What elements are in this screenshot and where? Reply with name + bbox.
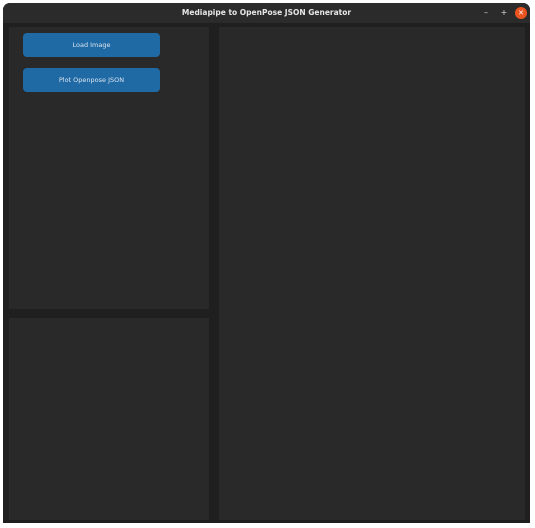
controls-panel: Load Image Plot Openpose JSON — [9, 27, 209, 309]
title-bar[interactable]: Mediapipe to OpenPose JSON Generator – +… — [3, 3, 530, 23]
app-window: Mediapipe to OpenPose JSON Generator – +… — [3, 3, 530, 523]
load-image-button[interactable]: Load Image — [23, 33, 160, 57]
window-title: Mediapipe to OpenPose JSON Generator — [181, 8, 352, 17]
close-button[interactable]: ✕ — [515, 7, 527, 19]
minimize-button[interactable]: – — [480, 7, 492, 19]
output-panel — [9, 318, 209, 520]
plot-openpose-json-button[interactable]: Plot Openpose JSON — [23, 68, 160, 92]
image-canvas-panel — [219, 27, 525, 520]
maximize-button[interactable]: + — [498, 7, 510, 19]
